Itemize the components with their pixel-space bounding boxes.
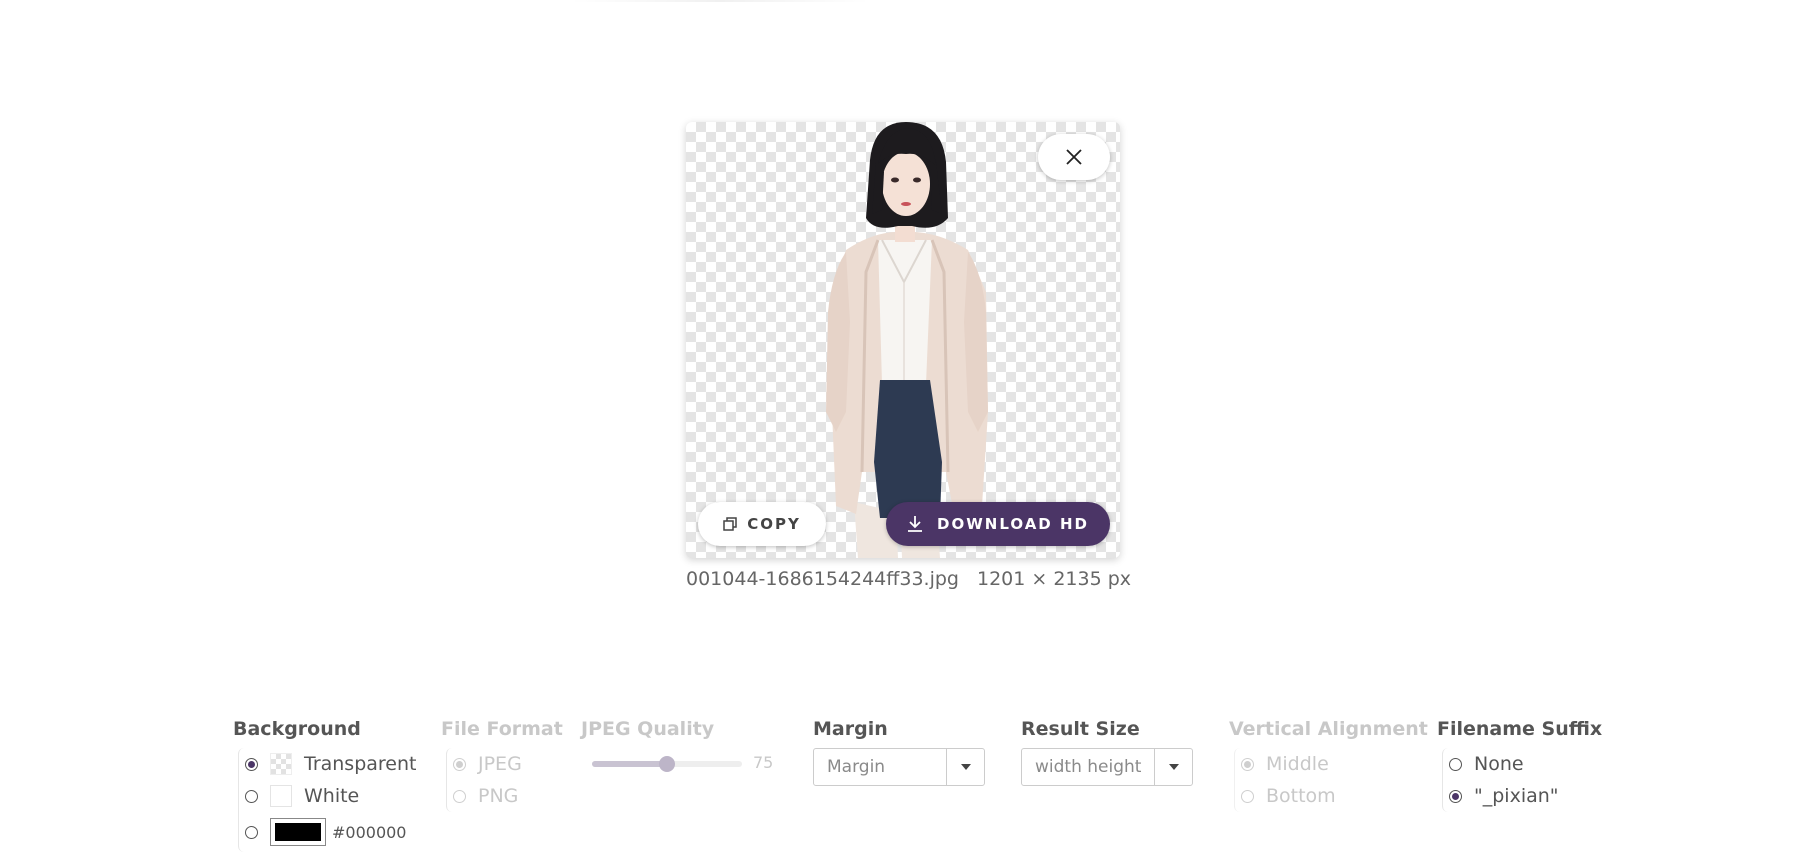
copy-icon [723,517,737,531]
radio-button [453,789,466,803]
vertical-alignment-label: Vertical Alignment [1229,718,1428,740]
option-label: "_pixian" [1474,785,1559,807]
radio-button[interactable] [245,825,258,839]
download-label: DOWNLOAD HD [937,515,1089,533]
chevron-down-icon[interactable] [946,749,984,785]
filename-suffix-label: Filename Suffix [1437,718,1603,740]
background-options: Transparent White #000000 [238,748,417,852]
file-name: 001044-1686154244ff33.jpg [686,568,959,590]
option-label: Middle [1266,753,1329,775]
margin-label: Margin [813,718,888,740]
filename-suffix-option-pixian[interactable]: "_pixian" [1449,780,1559,812]
filename-suffix-options: None "_pixian" [1442,748,1559,812]
result-preview: COPY DOWNLOAD HD [686,122,1120,558]
background-option-custom-color[interactable]: #000000 [245,812,417,852]
vertical-alignment-option-bottom: Bottom [1241,780,1336,812]
jpeg-quality-label: JPEG Quality [581,718,715,740]
chevron-down-icon[interactable] [1154,749,1192,785]
radio-button[interactable] [245,757,258,771]
radio-button[interactable] [245,789,258,803]
jpeg-quality-slider [592,753,742,775]
copy-button[interactable]: COPY [698,502,826,546]
copy-label: COPY [747,515,801,533]
radio-button [1241,757,1254,771]
subject-image [826,122,988,558]
radio-button[interactable] [1449,789,1462,803]
option-label: Bottom [1266,785,1336,807]
file-info: 001044-1686154244ff33.jpg 1201 × 2135 px [686,568,1131,590]
vertical-alignment-option-middle: Middle [1241,748,1336,780]
option-label: Transparent [304,753,417,775]
color-picker[interactable] [270,818,326,846]
option-label: JPEG [478,753,522,775]
radio-button[interactable] [1449,757,1462,771]
result-size-select[interactable]: width height [1021,748,1193,786]
result-size-label: Result Size [1021,718,1140,740]
background-option-transparent[interactable]: Transparent [245,748,417,780]
slider-fill [592,761,667,767]
vertical-alignment-options: Middle Bottom [1234,748,1336,812]
radio-button [453,757,466,771]
filename-suffix-option-none[interactable]: None [1449,748,1559,780]
option-label: None [1474,753,1524,775]
close-button[interactable] [1038,134,1110,180]
file-format-label: File Format [441,718,563,740]
close-icon [1066,149,1082,165]
option-label: White [304,785,360,807]
file-format-option-jpeg: JPEG [453,748,522,780]
white-swatch-icon [270,785,292,807]
margin-select-value: Margin [827,757,886,777]
top-divider [570,0,870,2]
file-format-options: JPEG PNG [446,748,522,812]
option-label: PNG [478,785,519,807]
file-format-option-png: PNG [453,780,522,812]
background-label: Background [233,718,361,740]
download-hd-button[interactable]: DOWNLOAD HD [886,502,1110,546]
margin-select[interactable]: Margin [813,748,985,786]
radio-button [1241,789,1254,803]
download-icon [908,516,923,532]
file-dimensions: 1201 × 2135 px [976,568,1132,590]
result-size-select-value: width height [1035,757,1142,777]
jpeg-quality-value: 75 [753,753,774,772]
background-option-white[interactable]: White [245,780,417,812]
transparent-swatch-icon [270,753,292,775]
custom-color-value: #000000 [332,822,407,842]
slider-thumb [659,756,675,772]
